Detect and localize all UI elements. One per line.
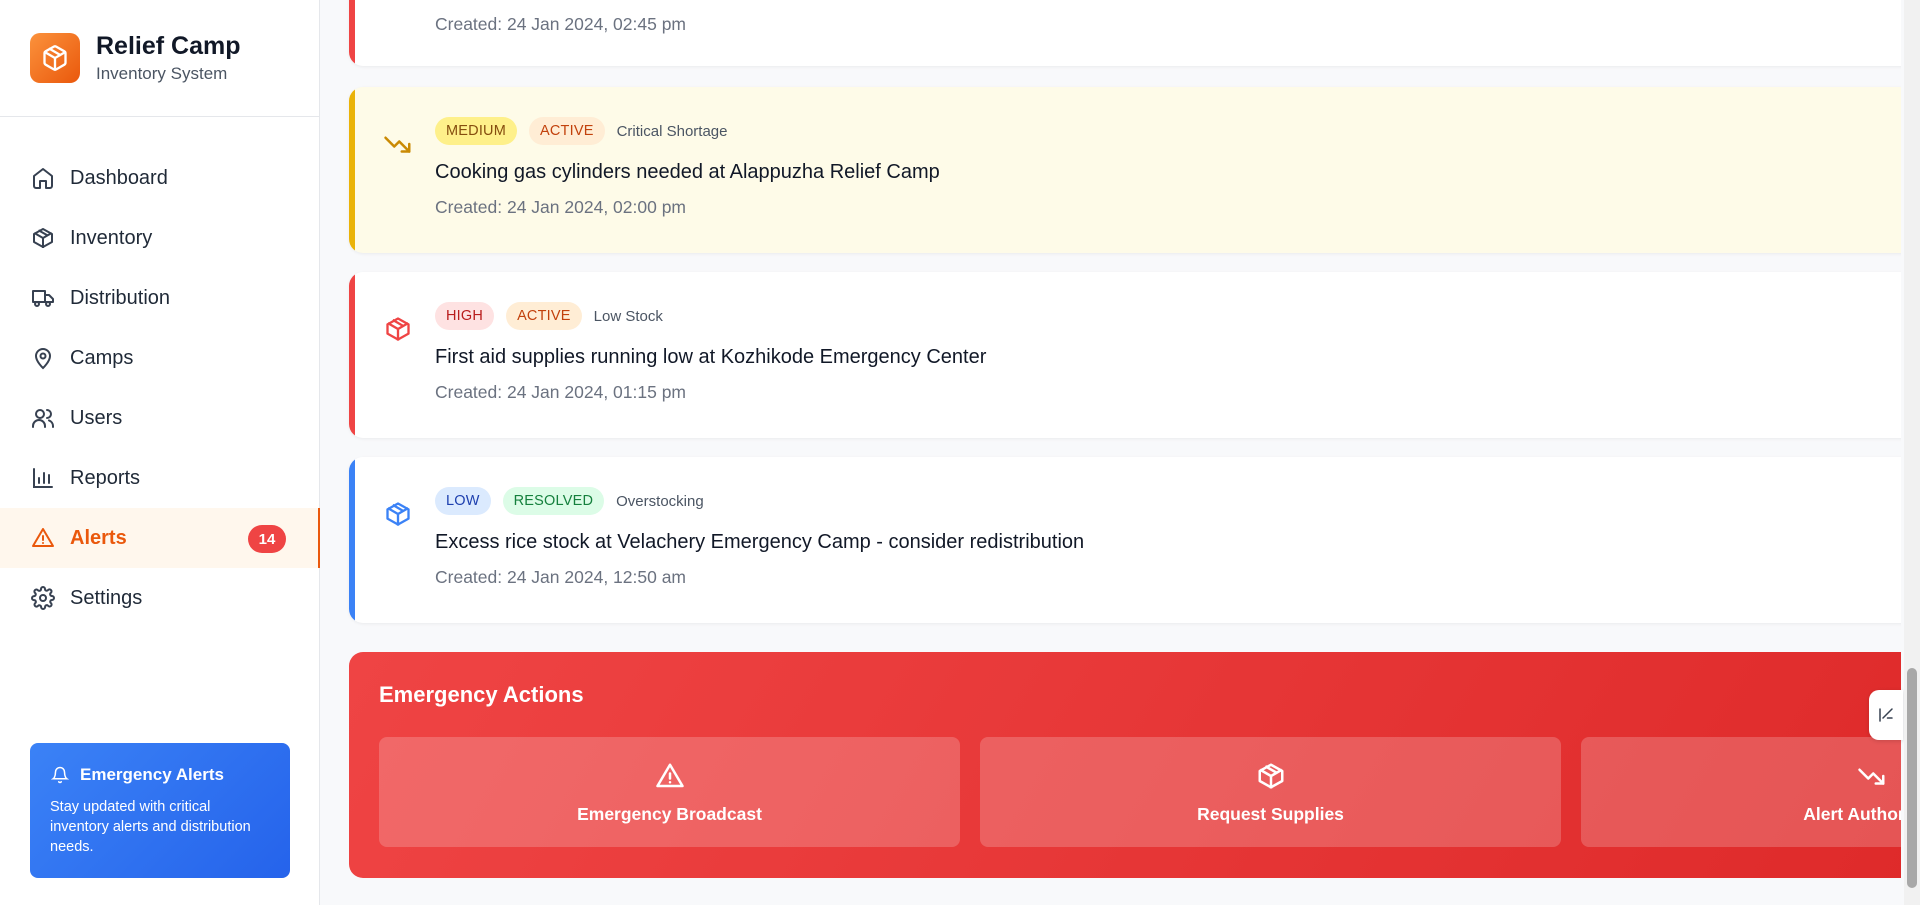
app-title: Relief Camp <box>96 32 241 60</box>
brand[interactable]: Relief Camp Inventory System <box>0 0 319 117</box>
users-icon <box>30 405 56 431</box>
sidebar-item-label: Distribution <box>70 286 171 309</box>
main-content: Created: 24 Jan 2024, 02:45 pm MEDIUM AC… <box>321 0 1901 905</box>
home-icon <box>30 165 56 191</box>
request-supplies-label: Request Supplies <box>1197 803 1344 824</box>
sidebar: Relief Camp Inventory System Dashboard I… <box>0 0 320 905</box>
sidebar-item-users[interactable]: Users <box>0 388 320 448</box>
alert-message: Cooking gas cylinders needed at Alappuzh… <box>435 161 940 183</box>
warning-icon <box>30 525 56 551</box>
sidebar-item-label: Settings <box>70 586 143 609</box>
alert-created: Created: 24 Jan 2024, 12:50 am <box>435 567 687 587</box>
box-icon <box>383 499 413 529</box>
severity-badge: LOW <box>435 487 491 515</box>
alert-created: Created: 24 Jan 2024, 02:00 pm <box>435 197 687 217</box>
sidebar-item-camps[interactable]: Camps <box>0 328 320 388</box>
severity-badge: MEDIUM <box>435 117 518 145</box>
request-supplies-button[interactable]: Request Supplies <box>980 737 1561 847</box>
alerts-count-badge: 14 <box>248 525 286 553</box>
bell-icon <box>50 765 70 785</box>
alert-type: Critical Shortage <box>616 122 728 140</box>
alert-message: Excess rice stock at Velachery Emergency… <box>435 531 1085 553</box>
alert-created: Created: 24 Jan 2024, 02:45 pm <box>435 14 687 34</box>
scrollbar-thumb[interactable] <box>1907 668 1917 888</box>
emergency-broadcast-button[interactable]: Emergency Broadcast <box>379 737 960 847</box>
box-icon <box>383 314 413 344</box>
alert-message: First aid supplies running low at Kozhik… <box>435 346 987 368</box>
sidebar-item-label: Alerts <box>70 526 127 549</box>
box-icon <box>1255 760 1287 792</box>
emergency-broadcast-label: Emergency Broadcast <box>577 803 762 824</box>
sidebar-item-inventory[interactable]: Inventory <box>0 208 320 268</box>
status-badge: RESOLVED <box>502 487 605 515</box>
box-icon <box>30 225 56 251</box>
app-subtitle: Inventory System <box>96 64 228 83</box>
alert-card: HIGH ACTIVE Low Stock First aid supplies… <box>349 272 1901 438</box>
sidebar-item-label: Dashboard <box>70 166 168 189</box>
sidebar-nav: Dashboard Inventory Distribution Camps U… <box>0 148 320 628</box>
sidebar-item-label: Reports <box>70 466 141 489</box>
promo-title: Emergency Alerts <box>80 765 224 784</box>
sidebar-item-settings[interactable]: Settings <box>0 568 320 628</box>
warning-icon <box>654 760 686 792</box>
promo-text: Stay updated with critical inventory ale… <box>50 799 251 855</box>
sidebar-item-reports[interactable]: Reports <box>0 448 320 508</box>
side-panel-toggle-icon[interactable] <box>1869 690 1903 740</box>
alert-card: LOW RESOLVED Overstocking Excess rice st… <box>349 457 1901 623</box>
status-badge: ACTIVE <box>529 117 605 145</box>
sidebar-item-label: Camps <box>70 346 134 369</box>
trending-down-icon <box>383 129 413 159</box>
alert-card: MEDIUM ACTIVE Critical Shortage Cooking … <box>349 87 1901 253</box>
severity-badge: HIGH <box>435 302 495 330</box>
alert-authorities-button[interactable]: Alert Authorities <box>1581 737 1901 847</box>
emergency-actions-title: Emergency Actions <box>379 682 584 707</box>
status-badge: ACTIVE <box>506 302 582 330</box>
emergency-actions-panel: Emergency Actions Emergency Broadcast Re… <box>349 652 1901 878</box>
alert-authorities-label: Alert Authorities <box>1803 803 1901 824</box>
alert-created: Created: 24 Jan 2024, 01:15 pm <box>435 382 687 402</box>
alert-type: Overstocking <box>616 492 704 510</box>
box-icon <box>30 33 80 83</box>
bar-chart-icon <box>30 465 56 491</box>
sidebar-item-distribution[interactable]: Distribution <box>0 268 320 328</box>
truck-icon <box>30 285 56 311</box>
map-pin-icon <box>30 345 56 371</box>
alert-type: Low Stock <box>593 307 663 325</box>
gear-icon <box>30 585 56 611</box>
page-scrollbar[interactable] <box>1904 0 1920 905</box>
sidebar-item-label: Inventory <box>70 226 153 249</box>
alert-card: Created: 24 Jan 2024, 02:45 pm <box>349 0 1901 66</box>
trending-down-icon <box>1856 760 1888 792</box>
sidebar-item-dashboard[interactable]: Dashboard <box>0 148 320 208</box>
sidebar-item-label: Users <box>70 406 123 429</box>
sidebar-item-alerts[interactable]: Alerts 14 <box>0 508 320 568</box>
emergency-alerts-promo: Emergency Alerts Stay updated with criti… <box>30 743 290 878</box>
